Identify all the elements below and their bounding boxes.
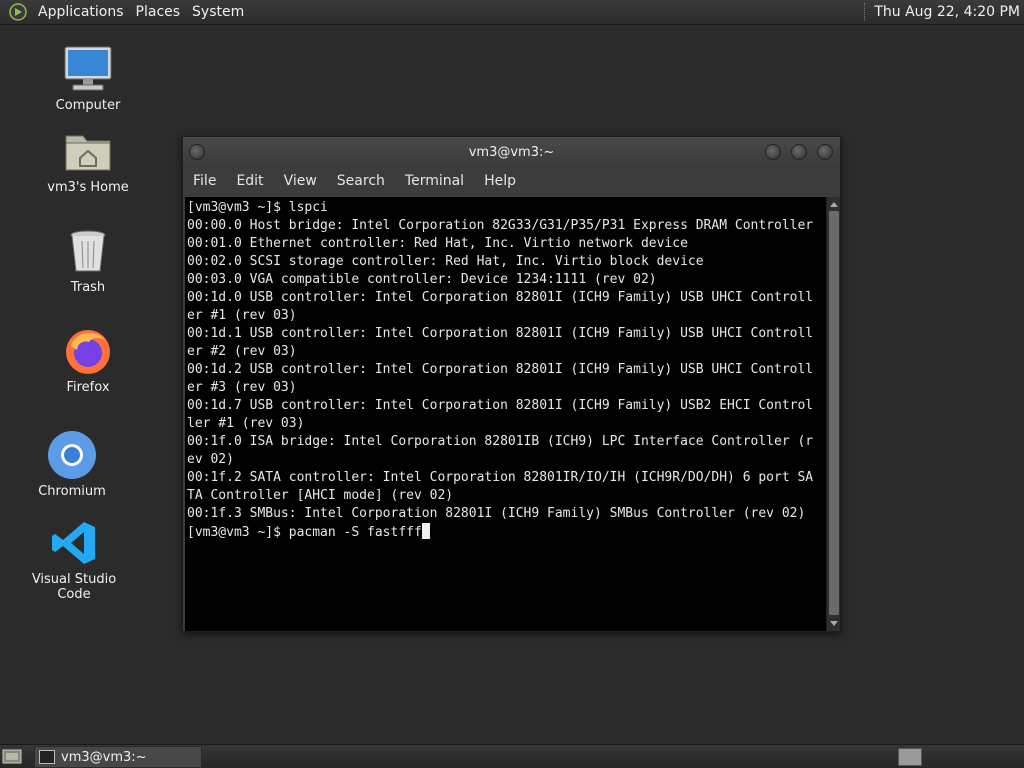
menu-view[interactable]: View	[276, 173, 325, 189]
clock[interactable]: Thu Aug 22, 4:20 PM	[874, 4, 1020, 20]
terminal-input[interactable]: pacman -S fastfff	[289, 525, 422, 540]
terminal-line: 00:02.0 SCSI storage controller: Red Hat…	[187, 254, 704, 269]
window-title: vm3@vm3:~	[468, 144, 555, 160]
terminal-line: ler #1 (rev 03)	[187, 416, 305, 431]
desktop-icon-firefox[interactable]: Firefox	[28, 326, 148, 395]
bottom-panel: vm3@vm3:~	[0, 744, 1024, 768]
terminal-output[interactable]: [vm3@vm3 ~]$ lspci 00:00.0 Host bridge: I…	[185, 197, 826, 631]
terminal-line: er #1 (rev 03)	[187, 308, 297, 323]
firefox-icon	[63, 326, 113, 376]
close-button[interactable]	[817, 144, 833, 160]
desktop-icon-label: Trash	[70, 280, 106, 295]
terminal-prompt-line[interactable]: [vm3@vm3 ~]$ pacman -S fastfff	[187, 523, 826, 542]
desktop-icon-label: Firefox	[66, 380, 110, 395]
terminal-icon	[39, 750, 55, 764]
desktop-icon-label: Computer	[55, 98, 121, 113]
panel-separator	[864, 3, 866, 21]
system-menu[interactable]: System	[186, 4, 250, 20]
desktop-icon-home[interactable]: vm3's Home	[28, 126, 148, 195]
terminal-line: 00:01.0 Ethernet controller: Red Hat, In…	[187, 236, 688, 251]
top-panel: Applications Places System Thu Aug 22, 4…	[0, 0, 1024, 25]
menu-help[interactable]: Help	[476, 173, 524, 189]
terminal-line: 00:1f.2 SATA controller: Intel Corporati…	[187, 470, 814, 485]
taskbar-window-button[interactable]: vm3@vm3:~	[34, 746, 202, 768]
terminal-prompt: [vm3@vm3 ~]$	[187, 525, 289, 540]
taskbar-window-label: vm3@vm3:~	[61, 749, 147, 765]
terminal-line: [vm3@vm3 ~]$ lspci	[187, 200, 328, 215]
terminal-line: er #2 (rev 03)	[187, 344, 297, 359]
scroll-up-arrow-icon[interactable]	[830, 202, 838, 207]
terminal-menubar: File Edit View Search Terminal Help	[183, 167, 840, 195]
workspace-switcher[interactable]	[898, 748, 922, 766]
desktop-icon-chromium[interactable]: Chromium	[12, 430, 132, 499]
places-menu[interactable]: Places	[130, 4, 187, 20]
desktop-icon-trash[interactable]: Trash	[28, 226, 148, 295]
home-folder-icon	[63, 126, 113, 176]
scroll-down-arrow-icon[interactable]	[830, 621, 838, 626]
show-desktop-icon[interactable]	[2, 748, 22, 766]
terminal-scrollbar[interactable]	[826, 197, 840, 631]
vscode-icon	[49, 518, 99, 568]
desktop-icon-label: vm3's Home	[47, 180, 129, 195]
applications-menu[interactable]: Applications	[32, 4, 130, 20]
desktop-icon-vscode[interactable]: Visual Studio Code	[14, 518, 134, 602]
terminal-line: 00:1d.2 USB controller: Intel Corporatio…	[187, 362, 814, 377]
chromium-icon	[47, 430, 97, 480]
desktop-icon-label: Chromium	[38, 484, 106, 499]
window-menu-button[interactable]	[189, 144, 205, 160]
scrollbar-thumb[interactable]	[829, 211, 839, 615]
computer-icon	[63, 44, 113, 94]
menu-file[interactable]: File	[185, 173, 224, 189]
trash-icon	[63, 226, 113, 276]
terminal-line: 00:1d.1 USB controller: Intel Corporatio…	[187, 326, 814, 341]
desktop-icon-label: Visual Studio Code	[31, 572, 117, 602]
menu-terminal[interactable]: Terminal	[397, 173, 472, 189]
maximize-button[interactable]	[791, 144, 807, 160]
terminal-window[interactable]: vm3@vm3:~ File Edit View Search Terminal…	[182, 136, 841, 632]
terminal-line: TA Controller [AHCI mode] (rev 02)	[187, 488, 454, 503]
terminal-line: 00:1f.3 SMBus: Intel Corporation 82801I …	[187, 506, 806, 521]
window-titlebar[interactable]: vm3@vm3:~	[183, 137, 840, 167]
terminal-line: 00:00.0 Host bridge: Intel Corporation 8…	[187, 218, 814, 233]
terminal-line: 00:1d.0 USB controller: Intel Corporatio…	[187, 290, 814, 305]
menu-edit[interactable]: Edit	[228, 173, 271, 189]
terminal-line: er #3 (rev 03)	[187, 380, 297, 395]
terminal-line: 00:03.0 VGA compatible controller: Devic…	[187, 272, 657, 287]
desktop-icon-computer[interactable]: Computer	[28, 44, 148, 113]
terminal-line: ev 02)	[187, 452, 234, 467]
terminal-line: 00:1d.7 USB controller: Intel Corporatio…	[187, 398, 814, 413]
terminal-line: 00:1f.0 ISA bridge: Intel Corporation 82…	[187, 434, 814, 449]
terminal-cursor	[421, 523, 430, 539]
distro-logo-icon[interactable]	[8, 2, 28, 22]
minimize-button[interactable]	[765, 144, 781, 160]
menu-search[interactable]: Search	[329, 173, 393, 189]
